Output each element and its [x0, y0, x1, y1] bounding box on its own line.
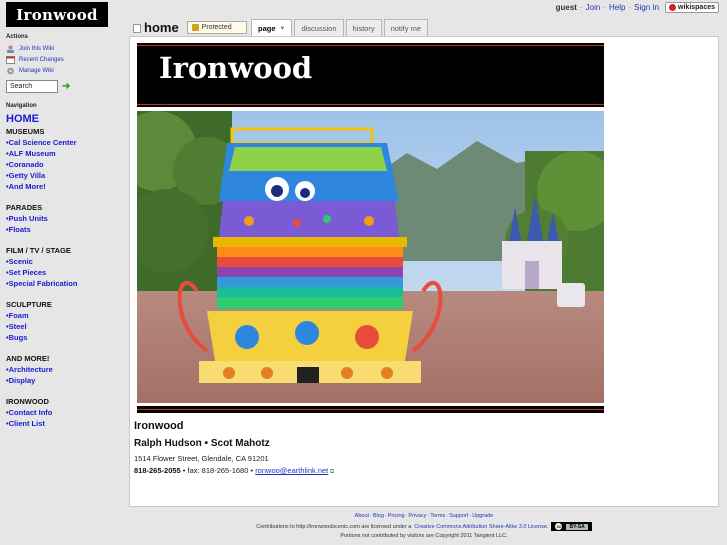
nav-item[interactable]: Architecture: [6, 364, 124, 375]
nav-category: PARADES: [6, 203, 43, 212]
people-names: Ralph Hudson • Scot Mahotz: [134, 438, 270, 449]
nav-item[interactable]: Display: [6, 375, 124, 386]
nav-item[interactable]: Contact Info: [6, 407, 124, 418]
nav-group: SCULPTUREFoamSteelBugs: [6, 299, 124, 343]
nav-item[interactable]: Set Pieces: [6, 267, 124, 278]
nav-item[interactable]: Scenic: [6, 256, 124, 267]
license-line: Contributions to http://ironwoodscenic.c…: [129, 522, 719, 531]
navigation-heading: Navigation: [6, 103, 37, 109]
calendar-icon: [6, 55, 15, 64]
nav-item[interactable]: Cal Science Center: [6, 137, 124, 148]
nav-category: IRONWOOD: [6, 397, 49, 406]
phone-line: 818-265-2055 • fax: 818-265-1680 • ronwo…: [134, 466, 334, 476]
page-title: home: [144, 20, 179, 35]
footer: About·Blog·Pricing·Privacy·Terms·Support…: [129, 513, 719, 539]
main-content: Ironwood Ironwood Ralph Hudson • Scot Ma…: [129, 36, 719, 507]
nav-item[interactable]: Getty Villa: [6, 170, 124, 181]
ironwood-banner: Ironwood: [137, 43, 604, 107]
nav-category: MUSEUMS: [6, 127, 45, 136]
nav-item[interactable]: And More!: [6, 181, 124, 192]
lock-icon: [191, 24, 199, 31]
nav-category: SCULPTURE: [6, 300, 52, 309]
page-tabs: page ▼ discussion history notify me: [251, 19, 429, 37]
nav-item[interactable]: Special Fabrication: [6, 278, 124, 289]
wikispaces-badge[interactable]: wikispaces: [665, 2, 719, 13]
username: guest: [555, 3, 577, 12]
sidebar: Actions Join this Wiki Recent Changes Ma…: [6, 34, 124, 429]
nav-group: FILM / TV / STAGEScenicSet PiecesSpecial…: [6, 245, 124, 289]
tab-page[interactable]: page ▼: [251, 19, 293, 37]
nav-group: PARADESPush UnitsFloats: [6, 202, 124, 235]
search-input[interactable]: [6, 80, 58, 93]
fax-number: • fax: 818-265-1680 •: [180, 466, 256, 475]
nav-group: IRONWOODContact InfoClient List: [6, 396, 124, 429]
email-link[interactable]: ronwoo@earthlink.net: [255, 466, 328, 475]
nav-item[interactable]: Push Units: [6, 213, 124, 224]
phone-number: 818-265-2055: [134, 466, 181, 475]
nav-item[interactable]: ALF Museum: [6, 148, 124, 159]
site-logo[interactable]: Ironwood: [6, 2, 108, 27]
external-link-icon: ⧉: [328, 469, 335, 475]
cc-icon: cc: [555, 523, 563, 530]
company-name: Ironwood: [134, 420, 184, 432]
footer-link[interactable]: About: [355, 513, 369, 519]
search-go-icon[interactable]: ➜: [62, 81, 70, 92]
footer-link[interactable]: Blog: [373, 513, 384, 519]
action-recent-changes[interactable]: Recent Changes: [6, 54, 124, 65]
help-link[interactable]: Help: [609, 3, 625, 12]
nav-category: AND MORE!: [6, 354, 50, 363]
page-icon: [133, 24, 141, 33]
tab-history[interactable]: history: [345, 19, 382, 36]
tab-discussion[interactable]: discussion: [294, 19, 344, 36]
footer-link[interactable]: Support: [449, 513, 468, 519]
contact-info: Ironwood Ralph Hudson • Scot Mahotz 1514…: [134, 420, 334, 476]
photo-divider: [137, 406, 604, 413]
footer-link[interactable]: Terms: [430, 513, 445, 519]
nav-group: AND MORE!ArchitectureDisplay: [6, 353, 124, 386]
join-icon: [7, 45, 14, 53]
cc-license-badge[interactable]: cc BY-SA: [551, 522, 592, 531]
nav-item[interactable]: Coranado: [6, 159, 124, 170]
page-header: home Protected: [133, 18, 247, 36]
parade-float-photo: [137, 111, 604, 403]
action-join[interactable]: Join this Wiki: [6, 43, 124, 54]
gear-icon: [7, 67, 14, 74]
nav-item[interactable]: Steel: [6, 321, 124, 332]
actions-heading: Actions: [6, 34, 29, 40]
search-row: ➜: [6, 80, 124, 93]
tab-notify-me[interactable]: notify me: [383, 19, 429, 36]
nav-category: FILM / TV / STAGE: [6, 246, 71, 255]
address: 1514 Flower Street, Glendale, CA 91201: [134, 454, 269, 463]
license-link[interactable]: Creative Commons Attribution Share-Alike…: [414, 524, 548, 530]
banner-title: Ironwood: [159, 51, 313, 85]
protected-badge: Protected: [186, 21, 247, 34]
footer-link[interactable]: Pricing: [388, 513, 405, 519]
nav-item[interactable]: Bugs: [6, 332, 124, 343]
wikispaces-icon: [669, 4, 677, 11]
join-link[interactable]: Join: [586, 3, 601, 12]
action-manage-wiki[interactable]: Manage Wiki: [6, 65, 124, 76]
footer-link[interactable]: Upgrade: [472, 513, 493, 519]
sign-in-link[interactable]: Sign In: [634, 3, 659, 12]
user-bar: guest · Join · Help · Sign In wikispaces: [556, 2, 719, 13]
nav-group: MUSEUMSCal Science CenterALF MuseumCoran…: [6, 126, 124, 192]
nav-home[interactable]: HOME: [6, 113, 124, 126]
nav-item[interactable]: Foam: [6, 310, 124, 321]
copyright: Portions not contributed by visitors are…: [340, 533, 508, 539]
site-logo-text: Ironwood: [16, 5, 98, 24]
nav-item[interactable]: Floats: [6, 224, 124, 235]
footer-link[interactable]: Privacy: [408, 513, 426, 519]
footer-links: About·Blog·Pricing·Privacy·Terms·Support…: [354, 513, 494, 519]
nav-item[interactable]: Client List: [6, 418, 124, 429]
license-prefix: Contributions to http://ironwoodscenic.c…: [256, 523, 412, 530]
chevron-down-icon: ▼: [279, 25, 286, 32]
